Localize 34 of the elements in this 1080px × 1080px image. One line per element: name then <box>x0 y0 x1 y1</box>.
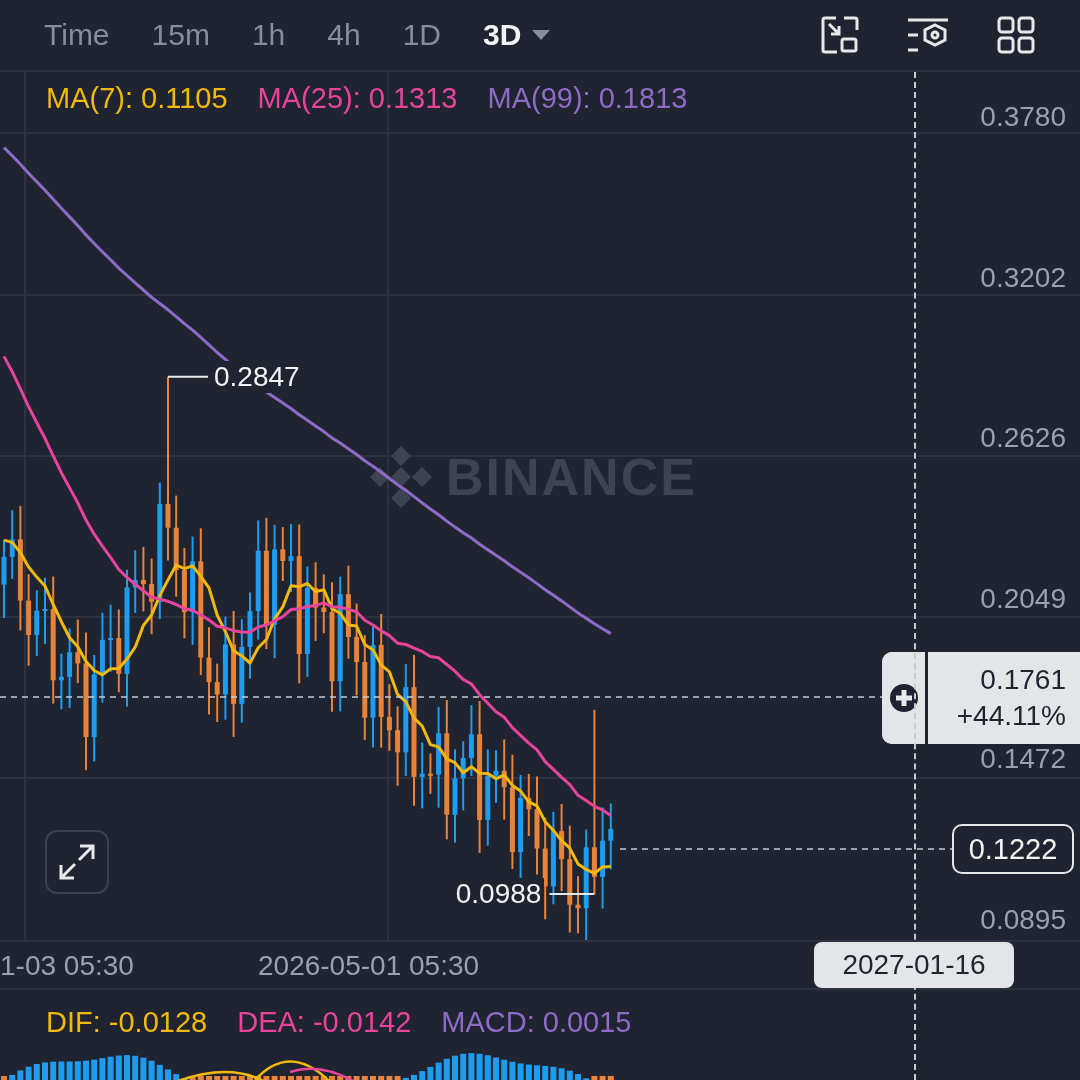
interval-tab[interactable]: 1D <box>388 14 456 56</box>
price-axis-label: 0.2049 <box>980 582 1066 615</box>
crosshair-date-tag: 2027-01-16 <box>814 942 1014 988</box>
interval-tab[interactable]: 4h <box>313 14 375 56</box>
macd-indicator-label: DEA: -0.0142 <box>237 1006 412 1039</box>
expand-button[interactable] <box>45 830 109 894</box>
interval-tab[interactable]: Time <box>30 14 124 56</box>
last-price-tag: 0.1222 <box>952 824 1074 874</box>
price-axis-label: 0.3202 <box>980 261 1066 294</box>
grid-icon[interactable] <box>996 15 1036 55</box>
expand-arrows-icon <box>57 842 97 882</box>
price-change-percent: +44.11% <box>956 699 1066 733</box>
caret-icon <box>531 29 552 41</box>
leader-line <box>548 893 596 896</box>
moving-average-label: MA(25): 0.1313 <box>257 82 458 115</box>
interval-tab[interactable]: 15m <box>137 14 224 56</box>
window-arrow-icon[interactable] <box>820 15 860 55</box>
time-axis-label: 2026-05-01 05:30 <box>258 950 480 982</box>
moving-average-label: MA(99): 0.1813 <box>487 82 688 115</box>
macd-indicator-label: DIF: -0.0128 <box>46 1006 208 1039</box>
interval-tab[interactable]: 3D <box>469 14 566 56</box>
plus-circle-icon <box>888 683 919 713</box>
diamond-logo-icon <box>368 444 434 510</box>
moving-average-label: MA(7): 0.1105 <box>46 82 228 115</box>
price-axis-label: 0.2626 <box>980 422 1066 455</box>
interval-tab[interactable]: 1h <box>237 14 300 56</box>
price-axis-label: 0.3780 <box>980 101 1066 133</box>
price-axis-label: 0.0895 <box>980 904 1066 936</box>
leader-line <box>167 375 209 378</box>
time-axis-label: 1-03 05:30 <box>0 950 134 982</box>
add-button[interactable] <box>882 652 928 744</box>
crosshair-price: 0.1761 <box>980 663 1066 697</box>
price-axis-label: 0.1472 <box>980 743 1066 776</box>
macd-indicator-label: MACD: 0.0015 <box>441 1006 632 1039</box>
